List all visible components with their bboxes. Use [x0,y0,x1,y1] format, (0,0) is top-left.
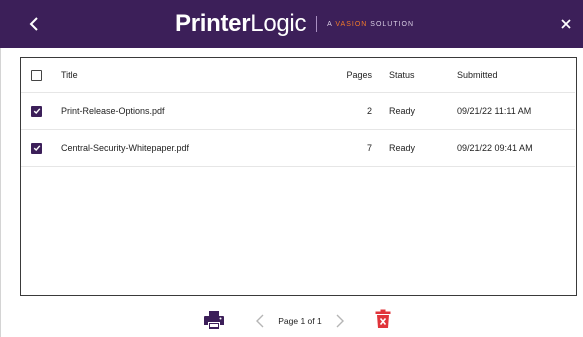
previous-page-button[interactable] [255,313,265,329]
close-icon [561,19,571,29]
chevron-left-icon [256,314,264,328]
row-checkbox-cell [31,130,45,166]
print-jobs-table: Title Pages Status Submitted Print-Relea… [20,57,577,296]
row-submitted: 09/21/22 11:11 AM [457,106,532,116]
app-header: Printer Logic A VASION SOLUTION [0,0,583,48]
row-checkbox[interactable] [31,105,42,117]
page-indicator: Page 1 of 1 [278,316,322,326]
chevron-right-icon [336,314,344,328]
next-page-button[interactable] [335,313,345,329]
table-footer: Page 1 of 1 [0,300,583,337]
row-checkbox[interactable] [31,142,42,154]
row-status: Ready [389,143,416,153]
chevron-left-icon [29,17,38,31]
column-header-title[interactable]: Title [61,58,311,92]
table-row[interactable]: Central-Security-Whitepaper.pdf 7 Ready … [21,130,575,167]
logo-logic-text: Logic [250,10,307,37]
close-button[interactable] [556,14,576,34]
column-header-status[interactable]: Status [389,58,449,92]
row-pages: 2 [366,106,372,116]
column-header-submitted[interactable]: Submitted [457,58,567,92]
logo-tagline: A VASION SOLUTION [327,21,414,28]
row-title: Central-Security-Whitepaper.pdf [61,143,190,153]
row-pages: 7 [366,143,372,153]
logo-printer-text: Printer [175,10,251,37]
table-header-row: Title Pages Status Submitted [21,58,575,93]
table-row[interactable]: Print-Release-Options.pdf 2 Ready 09/21/… [21,93,575,130]
printerlogic-logo: Printer Logic A VASION SOLUTION [175,10,414,38]
printer-icon [204,311,224,329]
column-header-pages[interactable]: Pages [321,58,372,92]
select-all-checkbox[interactable] [31,69,42,81]
back-button[interactable] [24,13,44,35]
logo-divider [316,16,318,32]
select-all-cell [31,58,45,92]
checkmark-icon [33,145,40,152]
row-checkbox-cell [31,93,45,129]
print-button[interactable] [203,310,225,330]
logo-tagline-suffix: SOLUTION [367,20,415,28]
row-status: Ready [389,106,416,116]
delete-button[interactable] [375,309,391,329]
logo-tagline-accent: VASION [335,20,368,28]
checkmark-icon [33,108,40,115]
row-submitted: 09/21/22 09:41 AM [457,143,533,153]
left-border [0,48,1,337]
trash-icon [375,309,391,328]
row-title: Print-Release-Options.pdf [61,106,165,116]
